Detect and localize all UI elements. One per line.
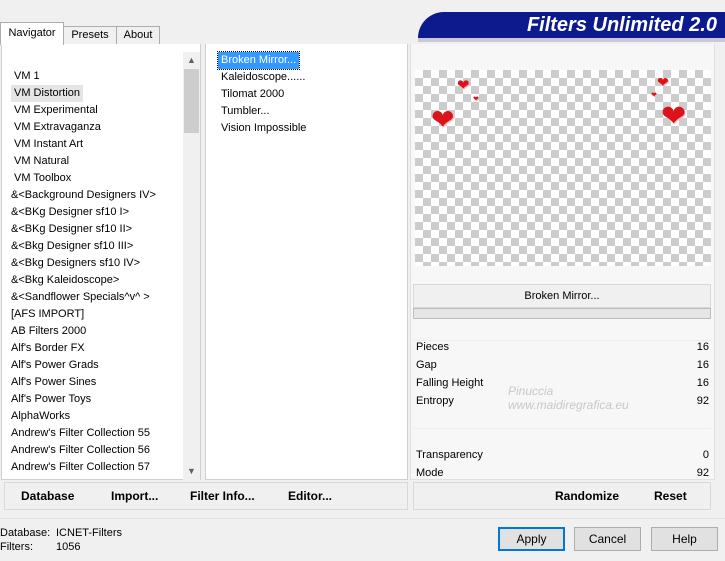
filters-label: Filters: — [0, 541, 33, 553]
param-value: 16 — [696, 359, 709, 371]
category-item[interactable]: &<Bkg Designer sf10 III> — [11, 238, 133, 255]
chevron-up-icon[interactable]: ▲ — [183, 52, 200, 69]
category-item[interactable]: &<Sandflower Specials^v^ > — [11, 289, 150, 306]
editor-button[interactable]: Editor... — [288, 489, 332, 503]
category-list[interactable]: VM 1 VM Distortion VM Experimental VM Ex… — [1, 44, 201, 480]
watermark: Pinuccia www.maidiregrafica.eu — [480, 384, 629, 412]
app-banner: Filters Unlimited 2.0 — [418, 12, 725, 38]
progress-bar — [413, 308, 711, 319]
category-item[interactable]: AB Filters 2000 — [11, 323, 86, 340]
filter-list[interactable]: Broken Mirror... Kaleidoscope...... Tilo… — [205, 44, 408, 480]
category-item[interactable]: Alf's Power Grads — [11, 357, 99, 374]
category-item[interactable]: VM Toolbox — [14, 170, 71, 187]
right-toolbar: Randomize Reset — [413, 482, 711, 510]
category-item[interactable]: &<Bkg Designers sf10 IV> — [11, 255, 140, 272]
param-label: Pieces — [416, 341, 450, 353]
heart-icon: ❤ — [473, 96, 479, 103]
category-scrollbar[interactable]: ▲ ▼ — [183, 52, 200, 480]
database-button[interactable]: Database — [21, 489, 74, 503]
filter-name-button[interactable]: Broken Mirror... — [413, 284, 711, 308]
watermark-url: www.maidiregrafica.eu — [508, 398, 629, 412]
tab-presets[interactable]: Presets — [63, 26, 117, 45]
filter-item[interactable]: Kaleidoscope...... — [218, 69, 308, 86]
param-gap[interactable]: Gap 16 — [413, 356, 711, 374]
filter-item[interactable]: Tilomat 2000 — [218, 86, 287, 103]
param-value: 0 — [702, 449, 709, 461]
category-item[interactable]: Andrew's Filter Collection 57 — [11, 459, 150, 476]
cancel-button[interactable]: Cancel — [574, 527, 641, 551]
category-item[interactable]: &<Bkg Kaleidoscope> — [11, 272, 119, 289]
category-item[interactable]: Alf's Border FX — [11, 340, 85, 357]
category-item[interactable]: Andrew's Filter Collection 55 — [11, 425, 150, 442]
heart-icon: ❤ — [651, 92, 657, 99]
category-item[interactable]: AlphaWorks — [11, 408, 70, 425]
filters-status: Filters: 1056 — [0, 541, 80, 553]
category-item[interactable]: &<BKg Designer sf10 I> — [11, 204, 129, 221]
reset-button[interactable]: Reset — [654, 489, 687, 503]
param-value: 16 — [696, 341, 709, 353]
randomize-button[interactable]: Randomize — [555, 489, 619, 503]
left-toolbar: Database Import... Filter Info... Editor… — [4, 482, 408, 510]
param-label: Gap — [416, 359, 437, 371]
tab-about[interactable]: About — [116, 26, 160, 45]
param-label: Falling Height — [416, 377, 484, 389]
category-item[interactable]: &<BKg Designer sf10 II> — [11, 221, 132, 238]
param-transparency[interactable]: Transparency 0 — [413, 446, 711, 464]
category-item[interactable]: Alf's Power Sines — [11, 374, 96, 391]
heart-icon: ❤ — [657, 74, 669, 90]
category-item[interactable]: VM 1 — [14, 68, 40, 85]
param-label: Mode — [416, 467, 444, 479]
param-mode[interactable]: Mode 92 — [413, 464, 711, 482]
heart-icon: ❤ — [431, 104, 455, 135]
database-status: Database: ICNET-Filters — [0, 527, 122, 539]
filter-item[interactable]: Tumbler... — [218, 103, 273, 120]
category-item[interactable]: &<Background Designers IV> — [11, 187, 156, 204]
category-item[interactable]: VM Experimental — [14, 102, 98, 119]
param-value: 92 — [696, 395, 709, 407]
category-item[interactable]: VM Extravaganza — [14, 119, 101, 136]
scrollbar-thumb[interactable] — [184, 69, 199, 133]
filter-item[interactable]: Vision Impossible — [218, 120, 309, 137]
chevron-down-icon[interactable]: ▼ — [183, 463, 200, 480]
apply-button[interactable]: Apply — [498, 527, 565, 551]
database-label: Database: — [0, 527, 51, 539]
category-item[interactable]: Alf's Power Toys — [11, 391, 91, 408]
watermark-name: Pinuccia — [508, 384, 554, 398]
category-item[interactable]: [AFS IMPORT] — [11, 306, 84, 323]
param-value: 92 — [696, 467, 709, 479]
help-button[interactable]: Help — [651, 527, 718, 551]
param-label: Transparency — [416, 449, 483, 461]
preview-image: ❤ ❤ ❤ ❤ ❤ ❤ — [415, 70, 711, 266]
param-pieces[interactable]: Pieces 16 — [413, 338, 711, 356]
category-item[interactable]: Andrew's Filter Collection 56 — [11, 442, 150, 459]
tab-navigator[interactable]: Navigator — [0, 22, 64, 45]
filters-count: 1056 — [56, 541, 81, 553]
divider — [0, 518, 725, 519]
import-button[interactable]: Import... — [111, 489, 158, 503]
category-item[interactable]: VM Instant Art — [14, 136, 83, 153]
filter-info-button[interactable]: Filter Info... — [190, 489, 255, 503]
category-item[interactable]: VM Natural — [14, 153, 69, 170]
database-value: ICNET-Filters — [56, 527, 122, 539]
banner-shadow — [418, 38, 725, 42]
heart-icon: ❤ — [457, 77, 470, 94]
filter-item-selected[interactable]: Broken Mirror... — [216, 51, 301, 70]
param-label: Entropy — [416, 395, 454, 407]
param-value: 16 — [696, 377, 709, 389]
category-item-selected[interactable]: VM Distortion — [11, 85, 84, 102]
divider — [413, 428, 711, 429]
heart-icon: ❤ — [661, 100, 687, 133]
